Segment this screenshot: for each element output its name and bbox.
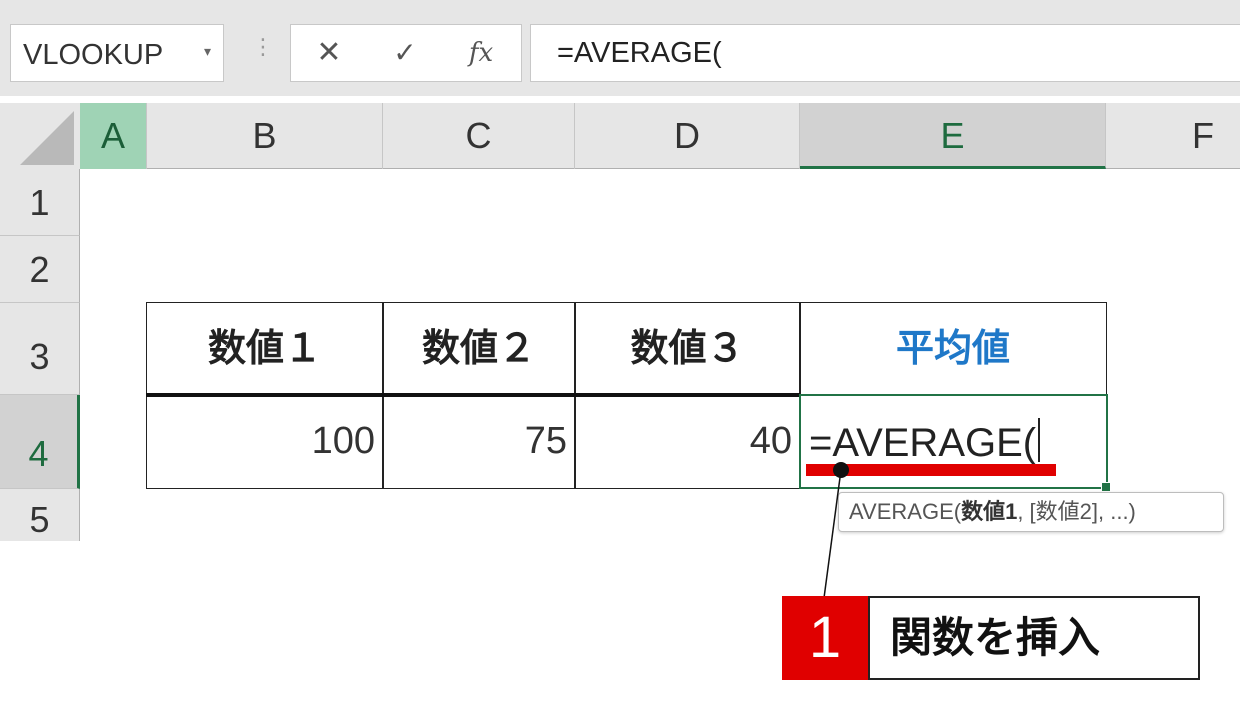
- callout-dot: [833, 462, 849, 478]
- step-number-badge: 1: [782, 596, 868, 680]
- step-label: 関数を挿入: [868, 596, 1200, 680]
